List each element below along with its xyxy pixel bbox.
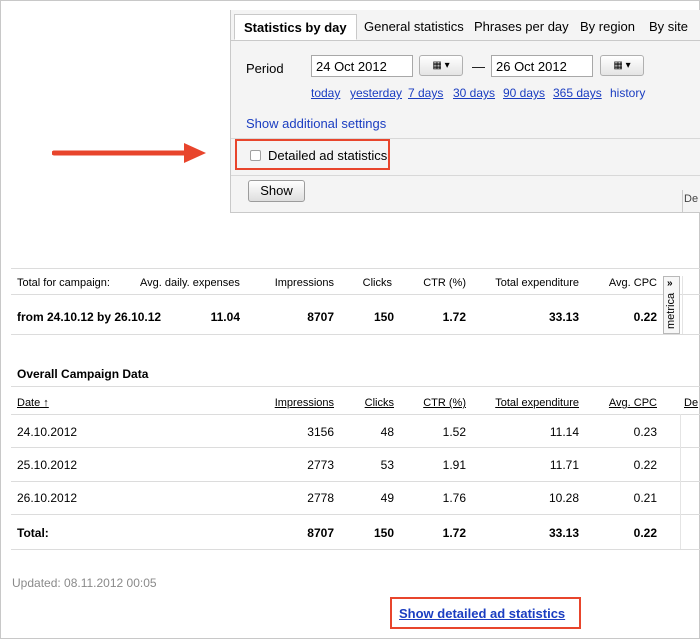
table-row-impressions: 3156 [307,425,334,439]
highlight-box: Detailed ad statistics [235,139,390,170]
table-row-impressions: 2773 [307,458,334,472]
summary-avg-daily: 11.04 [210,310,240,324]
show-detailed-stats-link[interactable]: Show detailed ad statistics [399,606,565,621]
range-yesterday-link[interactable]: yesterday [350,86,402,100]
range-history-link[interactable]: history [610,86,645,100]
divider [682,190,683,212]
table-row-avg-cpc: 0.23 [633,425,657,439]
metrica-toggle[interactable]: » metrica [663,276,680,334]
range-today-link[interactable]: today [311,86,340,100]
table-row-ctr: 1.52 [442,425,466,439]
range-30-days-link[interactable]: 30 days [453,86,495,100]
tab-bar: Statistics by day General statistics Phr… [231,10,700,41]
column-impressions[interactable]: Impressions [260,397,334,409]
total-expenditure: 33.13 [548,526,579,540]
tab-general-statistics[interactable]: General statistics [364,19,464,34]
column-ctr[interactable]: CTR (%) [400,397,466,409]
section-title: Overall Campaign Data [17,367,149,381]
summary-header-impressions: Impressions [274,277,334,289]
calendar-icon: ▦ ▾ [432,60,450,71]
column-extra[interactable]: De [684,397,698,409]
divider [680,414,681,549]
show-button[interactable]: Show [248,180,305,202]
metrica-label: metrica [665,292,677,329]
divider [231,175,700,176]
summary-clicks: 150 [373,310,394,324]
filter-panel: Statistics by day General statistics Phr… [230,10,700,213]
calendar-from-button[interactable]: ▦ ▾ [419,55,463,76]
summary-header-avg-daily: Avg. daily. expenses [140,277,240,289]
divider [11,414,700,415]
tab-phrases-per-day[interactable]: Phrases per day [474,19,569,34]
table-row-avg-cpc: 0.21 [633,491,657,505]
summary-header-avg-cpc: Avg. CPC [608,277,657,289]
total-impressions: 8707 [307,526,334,540]
table-row-ctr: 1.91 [442,458,466,472]
calendar-icon: ▦ ▾ [613,60,631,71]
divider [11,514,700,515]
tab-by-site[interactable]: By site [649,19,688,34]
summary-period: from 24.10.12 by 26.10.12 [17,310,162,324]
summary-header-expenditure: Total expenditure [495,277,579,289]
date-from-input[interactable] [311,55,413,77]
updated-timestamp: Updated: 08.11.2012 00:05 [12,576,157,590]
table-row-clicks: 53 [380,458,394,472]
expand-icon: » [667,278,673,289]
divider [11,481,700,482]
divider [11,334,700,335]
column-clicks[interactable]: Clicks [340,397,394,409]
table-row-expenditure: 11.71 [549,458,579,472]
divider [11,549,700,550]
table-row-clicks: 48 [380,425,394,439]
summary-impressions: 8707 [307,310,334,324]
tab-statistics-by-day[interactable]: Statistics by day [234,14,357,40]
calendar-to-button[interactable]: ▦ ▾ [600,55,644,76]
period-dash: — [472,59,485,74]
summary-expenditure: 33.13 [548,310,579,324]
table-row-date: 24.10.2012 [17,425,78,439]
date-to-input[interactable] [491,55,593,77]
highlight-box: Show detailed ad statistics [390,597,581,629]
range-7-days-link[interactable]: 7 days [408,86,443,100]
period-label: Period [246,61,284,76]
column-expenditure[interactable]: Total expenditure [480,397,579,409]
side-column-label: De [684,193,699,205]
additional-settings-link[interactable]: Show additional settings [246,116,386,131]
total-clicks: 150 [373,526,394,540]
divider [11,294,700,295]
column-avg-cpc[interactable]: Avg. CPC [590,397,657,409]
total-label: Total: [17,526,49,540]
divider [11,268,700,269]
summary-header-ctr: CTR (%) [423,277,466,289]
summary-header-total: Total for campaign: [17,277,110,289]
total-avg-cpc: 0.22 [633,526,657,540]
table-row-ctr: 1.76 [442,491,466,505]
range-90-days-link[interactable]: 90 days [503,86,545,100]
table-row-avg-cpc: 0.22 [633,458,657,472]
summary-header-clicks: Clicks [362,277,392,289]
divider [682,276,683,334]
summary-avg-cpc: 0.22 [633,310,657,324]
tab-by-region[interactable]: By region [580,19,635,34]
table-row-clicks: 49 [380,491,394,505]
divider [11,386,700,387]
summary-ctr: 1.72 [442,310,466,324]
detailed-ad-stats-label[interactable]: Detailed ad statistics [268,148,387,163]
table-row-expenditure: 11.14 [549,425,579,439]
range-365-days-link[interactable]: 365 days [553,86,602,100]
detailed-ad-stats-checkbox[interactable] [250,150,261,161]
table-row-date: 26.10.2012 [17,491,78,505]
table-row-expenditure: 10.28 [548,491,579,505]
column-date[interactable]: Date ↑ [17,397,49,409]
divider [11,447,700,448]
pointer-arrow-icon [52,143,206,163]
table-row-impressions: 2778 [307,491,334,505]
table-row-date: 25.10.2012 [17,458,78,472]
total-ctr: 1.72 [442,526,466,540]
